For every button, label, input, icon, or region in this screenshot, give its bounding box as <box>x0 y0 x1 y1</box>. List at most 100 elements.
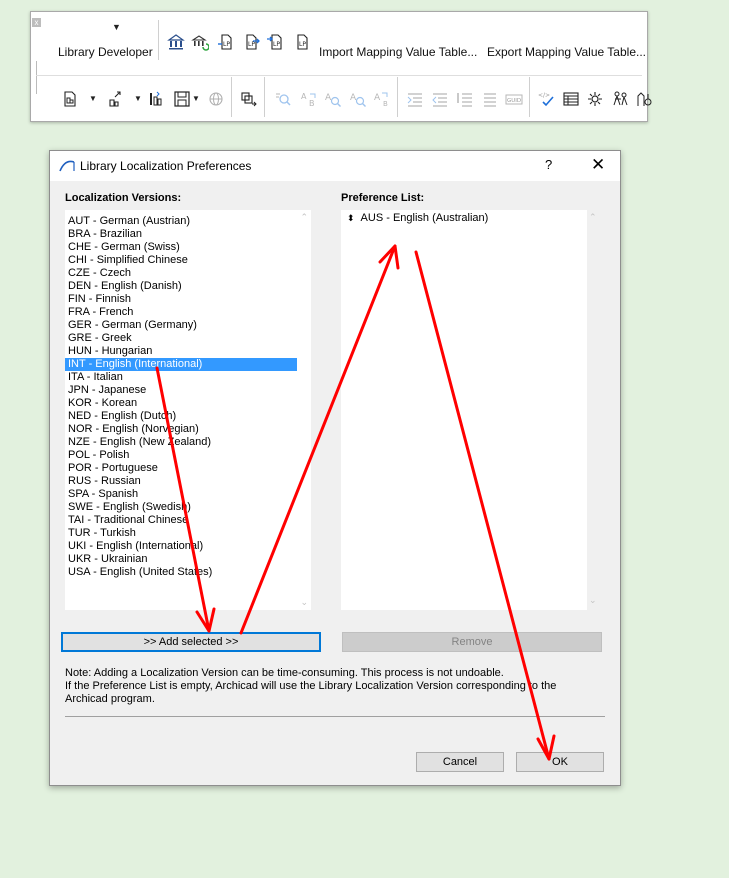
archicad-icon <box>59 158 75 172</box>
localization-version-item[interactable]: NED - English (Dutch) <box>65 410 297 423</box>
toolbar-close-icon[interactable]: x <box>32 18 41 27</box>
chevron-down-icon[interactable]: ▼ <box>192 94 200 103</box>
note-line: If the Preference List is empty, Archica… <box>65 680 557 692</box>
svg-text:</>: </> <box>538 92 550 99</box>
preference-list[interactable]: ⬍ AUS - English (Australian) <box>341 210 587 610</box>
scroll-up-icon[interactable]: ⌃ <box>300 212 308 223</box>
localization-version-item[interactable]: FIN - Finnish <box>65 293 297 306</box>
library-developer-dropdown[interactable]: Library Developer <box>58 45 153 59</box>
toolbar-separator <box>158 20 159 60</box>
localization-version-item[interactable]: BRA - Brazilian <box>65 228 297 241</box>
lp-export-icon[interactable]: LP <box>242 33 260 51</box>
localization-version-item[interactable]: USA - English (United States) <box>65 566 297 579</box>
localization-version-item[interactable]: SPA - Spanish <box>65 488 297 501</box>
dialog-divider <box>65 716 605 717</box>
toolbar-separator <box>231 77 232 117</box>
localization-version-item[interactable]: FRA - French <box>65 306 297 319</box>
localization-version-item[interactable]: POR - Portuguese <box>65 462 297 475</box>
localization-version-item[interactable]: CZE - Czech <box>65 267 297 280</box>
replace-icon[interactable]: AB <box>300 90 318 108</box>
localization-version-item[interactable]: TUR - Turkish <box>65 527 297 540</box>
localization-version-item[interactable]: NZE - English (New Zealand) <box>65 436 297 449</box>
settings-icon[interactable] <box>586 90 604 108</box>
localization-version-item[interactable]: TAI - Traditional Chinese <box>65 514 297 527</box>
localization-version-item[interactable]: RUS - Russian <box>65 475 297 488</box>
localization-version-item[interactable]: INT - English (International) <box>65 358 297 371</box>
versions-list-items: AUT - German (Austrian) BRA - Brazilian CH… <box>65 215 297 579</box>
figures-icon[interactable] <box>611 90 629 108</box>
indent-icon[interactable] <box>406 90 424 108</box>
find-replace-icon[interactable]: AB <box>373 90 391 108</box>
svg-text:LP: LP <box>299 41 306 48</box>
dialog-note: Note: Adding a Localization Version can … <box>65 667 605 706</box>
comment-icon[interactable] <box>456 90 474 108</box>
new-object-icon[interactable] <box>61 90 79 108</box>
help-button[interactable]: ? <box>545 157 552 172</box>
sort-handle-icon[interactable]: ⬍ <box>347 213 355 224</box>
preference-list-label: Preference List: <box>341 192 425 204</box>
localization-version-item[interactable]: POL - Polish <box>65 449 297 462</box>
chevron-down-icon[interactable]: ▼ <box>112 22 121 32</box>
chevron-down-icon[interactable]: ▼ <box>134 94 142 103</box>
toolbar-separator <box>264 77 265 117</box>
ok-button[interactable]: OK <box>516 752 604 772</box>
check-script-icon[interactable]: </> <box>537 90 555 108</box>
remove-button[interactable]: Remove <box>342 632 602 652</box>
localization-version-item[interactable]: DEN - English (Danish) <box>65 280 297 293</box>
save-object-icon[interactable] <box>173 90 191 108</box>
toolbar-row-divider <box>36 75 642 76</box>
note-line: Archicad program. <box>65 693 155 705</box>
toolbar-separator <box>529 77 530 117</box>
library-object-browser-icon[interactable] <box>240 90 258 108</box>
localization-version-item[interactable]: ITA - Italian <box>65 371 297 384</box>
library-manager-icon[interactable] <box>167 33 185 51</box>
preference-list-item[interactable]: ⬍ AUS - English (Australian) <box>347 212 488 224</box>
add-selected-button[interactable]: >> Add selected >> <box>61 632 321 652</box>
graphics-icon[interactable] <box>635 90 653 108</box>
scroll-up-icon[interactable]: ⌃ <box>589 212 597 223</box>
localization-version-item[interactable]: UKR - Ukrainian <box>65 553 297 566</box>
localization-version-item[interactable]: GER - German (Germany) <box>65 319 297 332</box>
lp-convert-icon[interactable]: LP <box>217 33 235 51</box>
toolbar-grip[interactable] <box>36 61 37 94</box>
find-subtype-icon[interactable]: A <box>349 90 367 108</box>
chevron-down-icon[interactable]: ▼ <box>89 94 97 103</box>
localization-versions-list[interactable]: AUT - German (Austrian) BRA - Brazilian CH… <box>65 210 311 610</box>
import-mapping-button[interactable]: Import Mapping Value Table... <box>319 45 477 59</box>
scroll-down-icon[interactable]: ⌄ <box>300 597 308 608</box>
localization-version-item[interactable]: CHE - German (Swiss) <box>65 241 297 254</box>
preference-item-label: AUS - English (Australian) <box>360 212 489 224</box>
localization-version-item[interactable]: SWE - English (Swedish) <box>65 501 297 514</box>
localization-version-item[interactable]: AUT - German (Austrian) <box>65 215 297 228</box>
find-param-icon[interactable]: A <box>324 90 342 108</box>
localization-version-item[interactable]: UKI - English (International) <box>65 540 297 553</box>
lp-import-icon[interactable]: LP <box>267 33 285 51</box>
dialog-title-bar[interactable]: Library Localization Preferences ? ✕ <box>50 151 620 181</box>
export-mapping-button[interactable]: Export Mapping Value Table... <box>487 45 646 59</box>
globe-icon[interactable] <box>207 90 225 108</box>
uncomment-icon[interactable] <box>480 90 498 108</box>
lp-refresh-icon[interactable]: LP <box>293 33 311 51</box>
scroll-down-icon[interactable]: ⌄ <box>589 595 597 606</box>
outdent-icon[interactable] <box>431 90 449 108</box>
table-icon[interactable] <box>562 90 580 108</box>
component-icon[interactable] <box>148 90 166 108</box>
find-icon[interactable] <box>274 90 292 108</box>
cancel-button[interactable]: Cancel <box>416 752 504 772</box>
svg-text:GUID: GUID <box>507 98 521 104</box>
localization-version-item[interactable]: NOR - English (Norvegian) <box>65 423 297 436</box>
localization-version-item[interactable]: CHI - Simplified Chinese <box>65 254 297 267</box>
localization-version-item[interactable]: GRE - Greek <box>65 332 297 345</box>
guid-icon[interactable]: GUID <box>505 90 523 108</box>
localization-version-item[interactable]: JPN - Japanese <box>65 384 297 397</box>
svg-text:B: B <box>309 99 315 108</box>
svg-text:LP: LP <box>273 41 280 48</box>
localization-version-item[interactable]: KOR - Korean <box>65 397 297 410</box>
svg-text:A: A <box>374 93 381 103</box>
close-icon[interactable]: ✕ <box>591 155 605 175</box>
svg-text:LP: LP <box>223 41 230 48</box>
library-reload-icon[interactable] <box>191 33 209 51</box>
open-object-icon[interactable] <box>107 90 125 108</box>
dialog-title: Library Localization Preferences <box>80 159 252 173</box>
localization-version-item[interactable]: HUN - Hungarian <box>65 345 297 358</box>
